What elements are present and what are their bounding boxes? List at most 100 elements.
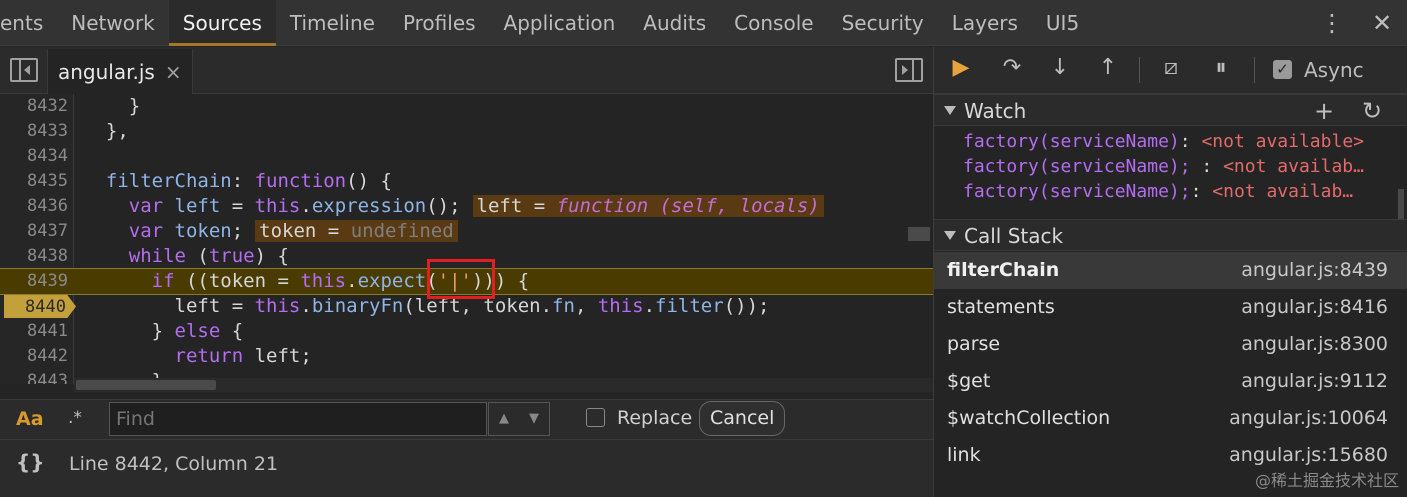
inline-value-token: token = undefined	[255, 220, 458, 242]
line-number[interactable]: 8433	[0, 119, 74, 144]
watch-list: factory(serviceName): <not available> fa…	[934, 129, 1407, 229]
watch-title: Watch	[964, 99, 1027, 123]
code-text: return left;	[83, 345, 312, 367]
deactivate-breakpoints-icon[interactable]: ⧄	[1156, 55, 1186, 80]
tab-application[interactable]: Application	[490, 0, 630, 46]
watch-section-header[interactable]: Watch + ↻	[934, 94, 1407, 126]
panel-tabs: ents Network Sources Timeline Profiles A…	[0, 0, 1093, 46]
call-frame[interactable]: $watchCollection angular.js:10064	[934, 400, 1407, 437]
add-icon[interactable]: +	[1314, 97, 1334, 125]
watch-item[interactable]: factory(serviceName); : <not availab…	[963, 154, 1388, 179]
code-line: 8435 filterChain: function() {	[0, 169, 933, 194]
file-tabbar: angular.js ×	[0, 47, 933, 94]
line-number[interactable]: 8432	[0, 94, 74, 119]
line-number[interactable]: 8439	[0, 269, 74, 294]
scroll-thumb[interactable]	[76, 380, 216, 390]
call-frame[interactable]: filterChain angular.js:8439	[934, 252, 1407, 289]
status-bar: {} Line 8442, Column 21	[0, 439, 933, 497]
line-number[interactable]: 8443	[0, 369, 74, 384]
tab-security[interactable]: Security	[828, 0, 938, 46]
code-line: 8437 var token; token = undefined	[0, 219, 933, 244]
tab-layers[interactable]: Layers	[938, 0, 1032, 46]
file-tab[interactable]: angular.js ×	[47, 49, 193, 94]
cursor-position: Line 8442, Column 21	[69, 453, 279, 475]
watch-item[interactable]: factory(serviceName): <not available>	[963, 129, 1388, 154]
tab-profiles[interactable]: Profiles	[389, 0, 490, 46]
line-number[interactable]: 8434	[0, 144, 74, 169]
find-input[interactable]	[109, 402, 487, 436]
code-line: 8433 },	[0, 119, 933, 144]
breakpoint-marker[interactable]: 8440	[4, 295, 76, 318]
step-into-icon[interactable]: ↓	[1045, 55, 1075, 80]
code-line: 8432 }	[0, 94, 933, 119]
code-text: filterChain: function() {	[83, 170, 392, 192]
tab-elements[interactable]: ents	[0, 0, 57, 46]
code-text: } else {	[83, 320, 244, 342]
tab-network[interactable]: Network	[57, 0, 169, 46]
watch-item[interactable]: factory(serviceName);: <not availab…	[963, 179, 1388, 204]
resume-icon[interactable]: ▶	[946, 55, 976, 80]
highlight-annotation	[427, 259, 495, 299]
debugger-toggle-icon[interactable]	[895, 58, 923, 82]
pretty-print-icon[interactable]: {}	[16, 450, 44, 474]
line-number[interactable]: 8441	[0, 319, 74, 344]
code-line: 8441 } else {	[0, 319, 933, 344]
async-checkbox[interactable]: ✓	[1273, 60, 1292, 79]
refresh-icon[interactable]: ↻	[1362, 97, 1382, 125]
watermark: @稀土掘金技术社区	[1254, 471, 1399, 490]
chevron-up-icon[interactable]: ▲	[489, 403, 519, 435]
chevron-down-icon[interactable]: ▼	[519, 403, 549, 435]
line-number[interactable]: 8436	[0, 194, 74, 219]
code-area[interactable]: 8432 } 8433 }, 8434 8435 filterChain: fu…	[0, 94, 933, 384]
code-text: var token; token = undefined	[83, 219, 458, 244]
close-icon[interactable]: ✕	[1357, 9, 1407, 37]
navigator-toggle-icon[interactable]	[10, 58, 38, 82]
close-tab-icon[interactable]: ×	[165, 60, 182, 84]
expand-arrow-icon	[944, 231, 956, 240]
cancel-button[interactable]: Cancel	[699, 401, 786, 436]
source-editor: angular.js × 8432 } 8433 }, 8434 8435 fi…	[0, 47, 933, 399]
inline-value-left: left = function (self, locals)	[472, 195, 824, 217]
horizontal-scrollbar[interactable]	[74, 378, 933, 392]
line-number[interactable]: 8438	[0, 244, 74, 269]
debugger-toolbar: ▶ ↷ ↓ ↑ ⧄ ⏸ ✓ Async	[934, 47, 1407, 94]
code-text: var left = this.expression(); left = func…	[83, 194, 824, 219]
call-frame[interactable]: statements angular.js:8416	[934, 289, 1407, 326]
vertical-scrollbar[interactable]	[908, 227, 930, 241]
pause-on-exceptions-icon[interactable]: ⏸	[1206, 55, 1236, 80]
debugger-sidebar: ▶ ↷ ↓ ↑ ⧄ ⏸ ✓ Async Watch + ↻ factory(se…	[933, 47, 1407, 497]
find-navigation: ▲ ▼	[488, 402, 550, 436]
code-text: }	[83, 95, 141, 117]
callstack-section-header[interactable]: Call Stack	[934, 219, 1407, 251]
devtools-tabbar: ents Network Sources Timeline Profiles A…	[0, 0, 1407, 46]
tab-audits[interactable]: Audits	[629, 0, 720, 46]
code-text: while (true) {	[83, 245, 289, 267]
toolbar-separator	[1254, 57, 1255, 83]
step-over-icon[interactable]: ↷	[997, 55, 1027, 80]
file-tab-name: angular.js	[58, 59, 155, 84]
call-frame[interactable]: parse angular.js:8300	[934, 326, 1407, 363]
code-line: 8436 var left = this.expression(); left =…	[0, 194, 933, 219]
match-case-toggle[interactable]: Aa	[16, 408, 44, 430]
tab-sources[interactable]: Sources	[168, 0, 276, 46]
replace-checkbox[interactable]	[586, 408, 605, 427]
line-number[interactable]: 8442	[0, 344, 74, 369]
line-number[interactable]: 8437	[0, 219, 74, 244]
code-line: 8442 return left;	[0, 344, 933, 369]
more-vert-icon[interactable]: ⋮	[1307, 9, 1357, 37]
find-bar: Aa .* ▲ ▼ Replace Cancel	[0, 399, 933, 439]
toolbar-icons: ⋮ ✕	[1307, 0, 1407, 46]
step-out-icon[interactable]: ↑	[1093, 55, 1123, 80]
regex-toggle[interactable]: .*	[68, 408, 82, 428]
toolbar-separator	[1139, 57, 1140, 83]
async-label: Async	[1304, 58, 1364, 82]
call-frame[interactable]: $get angular.js:9112	[934, 363, 1407, 400]
callstack-title: Call Stack	[964, 224, 1064, 248]
tab-console[interactable]: Console	[720, 0, 827, 46]
tab-ui5[interactable]: UI5	[1032, 0, 1093, 46]
expand-arrow-icon	[944, 106, 956, 115]
code-line: 8434	[0, 144, 933, 169]
replace-label: Replace	[617, 407, 693, 429]
tab-timeline[interactable]: Timeline	[276, 0, 389, 46]
line-number[interactable]: 8435	[0, 169, 74, 194]
